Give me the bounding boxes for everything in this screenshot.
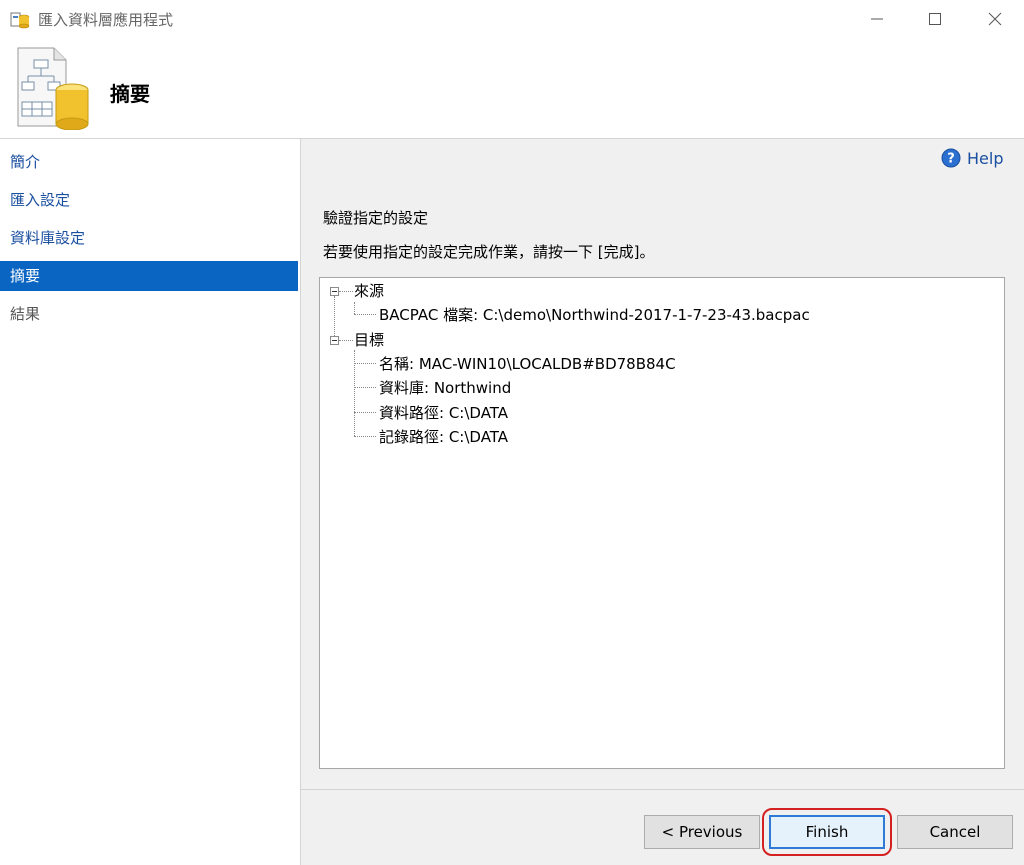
tree-connector xyxy=(334,296,335,340)
collapse-source-icon[interactable] xyxy=(330,287,339,296)
svg-text:?: ? xyxy=(947,152,955,167)
finish-highlight-annotation xyxy=(762,808,892,856)
close-button[interactable] xyxy=(966,0,1024,38)
tree-item-database[interactable]: 資料庫: Northwind xyxy=(379,377,511,399)
minimize-icon xyxy=(871,18,883,20)
main-panel: ? Help 驗證指定的設定 若要使用指定的設定完成作業，請按一下 [完成]。 … xyxy=(301,139,1024,865)
minimize-button[interactable] xyxy=(848,0,906,38)
data-tier-database-icon xyxy=(17,47,89,130)
title-bar: 匯入資料層應用程式 xyxy=(0,0,1024,38)
tree-connector xyxy=(354,363,376,364)
nav-item-database-settings[interactable]: 資料庫設定 xyxy=(0,223,298,253)
tree-connector xyxy=(339,340,353,341)
tree-item-log-path[interactable]: 記錄路徑: C:\DATA xyxy=(379,426,508,448)
maximize-button[interactable] xyxy=(906,0,964,38)
tree-connector xyxy=(354,314,376,315)
tree-item-server-name[interactable]: 名稱: MAC-WIN10\LOCALDB#BD78B84C xyxy=(379,353,676,375)
nav-item-results: 結果 xyxy=(10,305,41,323)
page-title: 摘要 xyxy=(110,82,150,106)
nav-item-introduction[interactable]: 簡介 xyxy=(0,147,298,177)
tree-item-bacpac-file[interactable]: BACPAC 檔案: C:\demo\Northwind-2017-1-7-23… xyxy=(379,304,810,326)
help-icon: ? xyxy=(941,148,961,168)
cancel-button[interactable]: Cancel xyxy=(897,815,1013,849)
section-title: 驗證指定的設定 xyxy=(323,209,429,227)
summary-tree[interactable]: 來源 BACPAC 檔案: C:\demo\Northwind-2017-1-7… xyxy=(319,277,1005,769)
tree-item-data-path[interactable]: 資料路徑: C:\DATA xyxy=(379,402,508,424)
tree-node-source[interactable]: 來源 xyxy=(354,280,384,302)
nav-item-summary[interactable]: 摘要 xyxy=(0,261,298,291)
tree-connector xyxy=(339,291,353,292)
maximize-icon xyxy=(929,13,941,25)
tree-connector xyxy=(354,302,355,314)
window-title: 匯入資料層應用程式 xyxy=(38,11,174,29)
tree-connector xyxy=(354,436,376,437)
collapse-target-icon[interactable] xyxy=(330,336,339,345)
wizard-header: 摘要 xyxy=(0,38,1024,139)
help-link[interactable]: ? Help xyxy=(941,147,1003,169)
wizard-nav: 簡介 匯入設定 資料庫設定 摘要 結果 xyxy=(0,139,301,865)
help-label: Help xyxy=(967,148,1004,168)
tree-node-target[interactable]: 目標 xyxy=(354,329,384,351)
instruction-text: 若要使用指定的設定完成作業，請按一下 [完成]。 xyxy=(323,243,655,261)
tree-connector xyxy=(354,412,376,413)
previous-button[interactable]: < Previous xyxy=(644,815,760,849)
nav-item-import-settings[interactable]: 匯入設定 xyxy=(0,185,298,215)
footer-divider xyxy=(301,789,1024,790)
close-icon xyxy=(988,12,1002,26)
tree-connector xyxy=(354,387,376,388)
app-icon xyxy=(10,12,30,29)
